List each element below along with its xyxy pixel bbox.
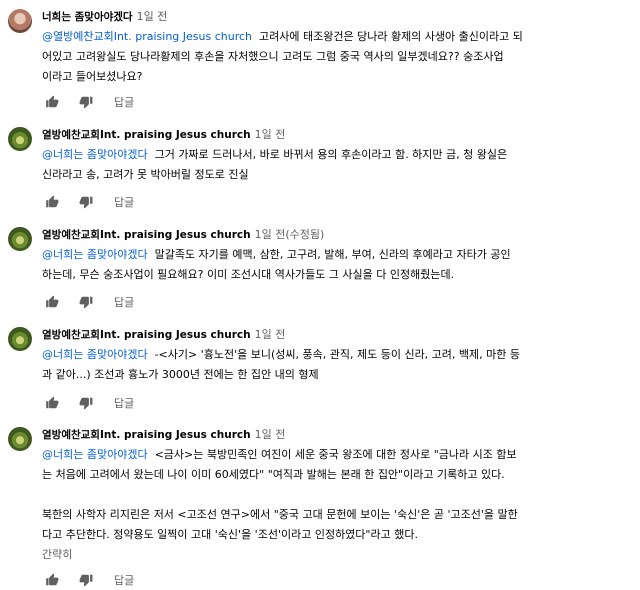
comment-line: 신라라고 송, 고려가 못 박아버릴 정도로 진실: [42, 168, 249, 181]
comment-time[interactable]: 1일 전: [255, 128, 286, 141]
avatar[interactable]: [8, 9, 32, 33]
avatar[interactable]: [8, 127, 32, 151]
comment-author[interactable]: 열방예찬교회Int. praising Jesus church: [42, 129, 251, 141]
thumbs-down-icon: [79, 574, 93, 587]
mention-link[interactable]: @열방예찬교회Int. praising Jesus church: [42, 30, 252, 43]
comment-actions: 답글: [44, 395, 134, 411]
comment-line: 이라고 들어보셨나요?: [42, 70, 143, 83]
reply-button[interactable]: 답글: [114, 395, 134, 411]
like-button[interactable]: [44, 94, 60, 110]
comment-time[interactable]: 1일 전: [255, 328, 286, 341]
comment-author[interactable]: 열방예찬교회Int. praising Jesus church: [42, 429, 251, 441]
avatar[interactable]: [8, 427, 32, 451]
reply-button[interactable]: 답글: [114, 294, 134, 310]
reply-button[interactable]: 답글: [114, 194, 134, 210]
comment-line: 다고 추단한다. 정약용도 일찍이 고대 '숙신'을 '조선'이라고 인정하였다…: [42, 528, 418, 541]
comment-line: -<사기> '흉노전'을 보니(성씨, 풍속, 관직, 제도 등이 신라, 고려…: [154, 348, 520, 361]
dislike-button[interactable]: [78, 395, 94, 411]
like-button[interactable]: [44, 194, 60, 210]
thumbs-down-icon: [79, 296, 93, 309]
like-button[interactable]: [44, 294, 60, 310]
show-less-button[interactable]: 간략히: [42, 546, 72, 562]
like-button[interactable]: [44, 572, 60, 588]
comment-line: 과 같아...) 조선과 흉노가 3000년 전에는 한 집안 내의 형제: [42, 368, 319, 381]
comment-author[interactable]: 너희는 좀맞아야겠다: [42, 11, 133, 23]
dislike-button[interactable]: [78, 572, 94, 588]
comment-line: 말갈족도 자기를 예맥, 삼한, 고구려, 발해, 부여, 신라의 후예라고 자…: [154, 248, 511, 261]
comment-text: @너희는 좀맞아야겠다 -<사기> '흉노전'을 보니(성씨, 풍속, 관직, …: [42, 345, 632, 385]
comment-time[interactable]: 1일 전: [137, 10, 168, 23]
comment-line: 북한의 사학자 리지린은 저서 <고조선 연구>에서 "중국 고대 문헌에 보이…: [42, 508, 518, 521]
like-button[interactable]: [44, 395, 60, 411]
avatar[interactable]: [8, 327, 32, 351]
thumbs-up-icon: [46, 295, 59, 308]
comment-actions: 답글: [44, 572, 134, 588]
comment-line: 는 처음에 고려에서 왔는데 나이 이미 60세였다" "여직과 발해는 본래 …: [42, 468, 505, 481]
comment-actions: 답글: [44, 94, 134, 110]
thumbs-up-icon: [46, 573, 59, 586]
comment-header: 열방예찬교회Int. praising Jesus church 1일 전: [42, 428, 285, 442]
reply-button[interactable]: 답글: [114, 572, 134, 588]
thumbs-down-icon: [79, 96, 93, 109]
comment-line: 어있고 고려왕실도 당나라황제의 후손을 자처했으니 고려도 그럼 중국 역사의…: [42, 50, 504, 63]
comment-header: 열방예찬교회Int. praising Jesus church 1일 전: [42, 128, 285, 142]
comment-line: 하는데, 무슨 숭조사업이 필요해요? 이미 조선시대 역사가들도 그 사실을 …: [42, 268, 455, 281]
comment-text: @열방예찬교회Int. praising Jesus church 고려사에 태…: [42, 27, 632, 87]
thumbs-up-icon: [46, 195, 59, 208]
comment-time[interactable]: 1일 전: [255, 428, 286, 441]
comment-author[interactable]: 열방예찬교회Int. praising Jesus church: [42, 229, 251, 241]
mention-link[interactable]: @너희는 좀맞아야겠다: [42, 248, 148, 261]
mention-link[interactable]: @너희는 좀맞아야겠다: [42, 148, 148, 161]
comment-line: 그거 가짜로 드러나서, 바로 바뀌서 용의 후손이라고 함. 하지만 금, 청…: [154, 148, 508, 161]
mention-link[interactable]: @너희는 좀맞아야겠다: [42, 448, 148, 461]
avatar[interactable]: [8, 227, 32, 251]
mention-link[interactable]: @너희는 좀맞아야겠다: [42, 348, 148, 361]
comment-text: @너희는 좀맞아야겠다 말갈족도 자기를 예맥, 삼한, 고구려, 발해, 부여…: [42, 245, 632, 285]
comment-header: 너희는 좀맞아야겠다 1일 전: [42, 10, 167, 24]
thumbs-down-icon: [79, 397, 93, 410]
thumbs-up-icon: [46, 95, 59, 108]
dislike-button[interactable]: [78, 194, 94, 210]
comment-author[interactable]: 열방예찬교회Int. praising Jesus church: [42, 329, 251, 341]
comment-text: @너희는 좀맞아야겠다 그거 가짜로 드러나서, 바로 바뀌서 용의 후손이라고…: [42, 145, 632, 185]
comment-time[interactable]: 1일 전(수정됨): [255, 228, 325, 241]
reply-button[interactable]: 답글: [114, 94, 134, 110]
comment-line: <금사>는 북방민족인 여진이 세운 중국 왕조에 대한 정사로 "금나라 시조…: [154, 448, 517, 461]
comment-header: 열방예찬교회Int. praising Jesus church 1일 전: [42, 328, 285, 342]
thumbs-down-icon: [79, 196, 93, 209]
comment-text: @너희는 좀맞아야겠다 <금사>는 북방민족인 여진이 세운 중국 왕조에 대한…: [42, 445, 632, 545]
comment-line: 고려사에 태조왕건은 당나라 황제의 사생아 출신이라고 되: [259, 30, 523, 43]
thumbs-up-icon: [46, 396, 59, 409]
comment-header: 열방예찬교회Int. praising Jesus church 1일 전(수정됨…: [42, 228, 324, 242]
dislike-button[interactable]: [78, 94, 94, 110]
dislike-button[interactable]: [78, 294, 94, 310]
comment-actions: 답글: [44, 194, 134, 210]
comment-actions: 답글: [44, 294, 134, 310]
